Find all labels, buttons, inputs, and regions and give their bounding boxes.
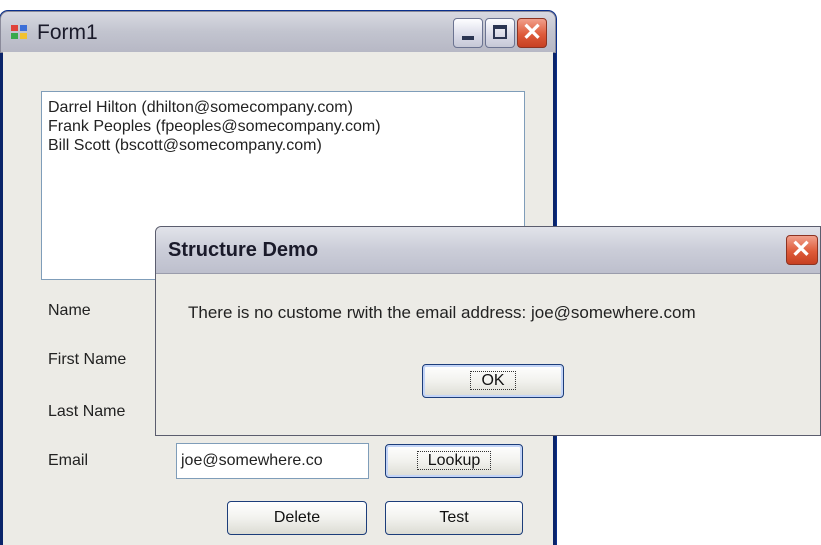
dialog-message: There is no custome rwith the email addr…: [188, 303, 696, 322]
list-item[interactable]: Frank Peoples (fpeoples@somecompany.com): [42, 117, 524, 136]
ok-button-label: OK: [470, 371, 516, 390]
name-label: Name: [48, 302, 91, 319]
dialog-close-button[interactable]: ✕: [786, 235, 818, 265]
maximize-button[interactable]: [485, 18, 515, 48]
test-button-label: Test: [439, 509, 469, 526]
close-icon: ✕: [521, 19, 543, 46]
first-name-label: First Name: [48, 351, 127, 368]
delete-button-label: Delete: [273, 509, 321, 526]
message-dialog: Structure Demo ✕ There is no custome rwi…: [155, 226, 821, 436]
dialog-title: Structure Demo: [168, 239, 319, 261]
email-input[interactable]: joe@somewhere.co: [176, 443, 369, 479]
main-window-titlebar[interactable]: Form1 ✕: [0, 11, 556, 53]
maximize-icon: [493, 25, 507, 39]
lookup-button[interactable]: Lookup: [385, 444, 523, 478]
window-title: Form1: [37, 21, 98, 44]
minimize-button[interactable]: [453, 18, 483, 48]
list-item[interactable]: Darrel Hilton (dhilton@somecompany.com): [42, 98, 524, 117]
app-icon: [11, 25, 29, 41]
minimize-icon: [462, 36, 474, 40]
close-button[interactable]: ✕: [517, 18, 547, 48]
list-item[interactable]: Bill Scott (bscott@somecompany.com): [42, 136, 524, 155]
last-name-label: Last Name: [48, 403, 126, 420]
email-label: Email: [48, 452, 89, 469]
delete-button[interactable]: Delete: [227, 501, 367, 535]
close-icon: ✕: [790, 236, 812, 263]
test-button[interactable]: Test: [385, 501, 523, 535]
lookup-button-label: Lookup: [416, 451, 492, 470]
dialog-titlebar[interactable]: Structure Demo ✕: [156, 227, 820, 274]
ok-button[interactable]: OK: [422, 364, 564, 398]
